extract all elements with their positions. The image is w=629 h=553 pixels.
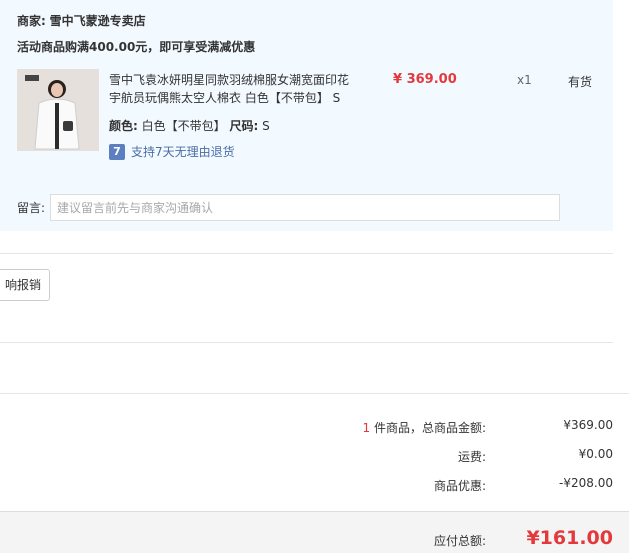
- color-label: 颜色:: [109, 119, 138, 133]
- payable-total: ¥161.00: [526, 527, 613, 549]
- product-stock: 有货: [568, 75, 593, 89]
- product-title-line1: 雪中飞袁冰妍明星同款羽绒棉服女潮宽面印花: [109, 73, 350, 87]
- color-value: 白色【不带包】: [141, 119, 226, 133]
- items-total-label: 1 件商品，总商品金额:: [363, 419, 487, 436]
- shop-line: 商家: 雪中飞蒙逊专卖店: [17, 12, 146, 29]
- product-image: [17, 69, 99, 151]
- product-attributes: 颜色: 白色【不带包】 尺码: S: [109, 117, 270, 134]
- shop-name[interactable]: 雪中飞蒙逊专卖店: [50, 14, 146, 28]
- shop-label: 商家:: [17, 14, 46, 28]
- items-count: 1: [362, 421, 371, 435]
- return-policy-text: 支持7天无理由退货: [131, 145, 235, 159]
- return-7day-icon: 7: [109, 143, 125, 160]
- items-total-value: ¥369.00: [563, 418, 613, 432]
- items-label-text: 件商品，总商品金额:: [370, 421, 486, 435]
- discount-label: 商品优惠:: [433, 479, 486, 493]
- remark-input[interactable]: [50, 194, 560, 221]
- promo-text: 活动商品购满400.00元，即可享受满减优惠: [17, 40, 256, 54]
- return-policy[interactable]: 7 支持7天无理由退货: [109, 143, 235, 160]
- product-thumbnail[interactable]: [17, 69, 99, 151]
- payable-label: 应付总额:: [433, 534, 486, 548]
- product-price: ¥ 369.00: [393, 72, 457, 87]
- product-title-line2: 宇航员玩偶熊太空人棉衣 白色【不带包】 S: [109, 91, 341, 105]
- invoice-button[interactable]: 响报销: [0, 269, 50, 301]
- shipping-value: ¥0.00: [578, 447, 613, 461]
- remark-label: 留言:: [17, 201, 46, 215]
- divider: [0, 253, 613, 254]
- shipping-label: 运费:: [457, 450, 486, 464]
- product-title[interactable]: 雪中飞袁冰妍明星同款羽绒棉服女潮宽面印花 宇航员玩偶熊太空人棉衣 白色【不带包】…: [109, 71, 371, 107]
- size-value: S: [262, 119, 270, 133]
- divider: [0, 342, 613, 343]
- product-qty: x1: [517, 73, 532, 87]
- size-label: 尺码:: [229, 119, 259, 133]
- discount-value: -¥208.00: [559, 476, 613, 490]
- divider: [0, 393, 629, 394]
